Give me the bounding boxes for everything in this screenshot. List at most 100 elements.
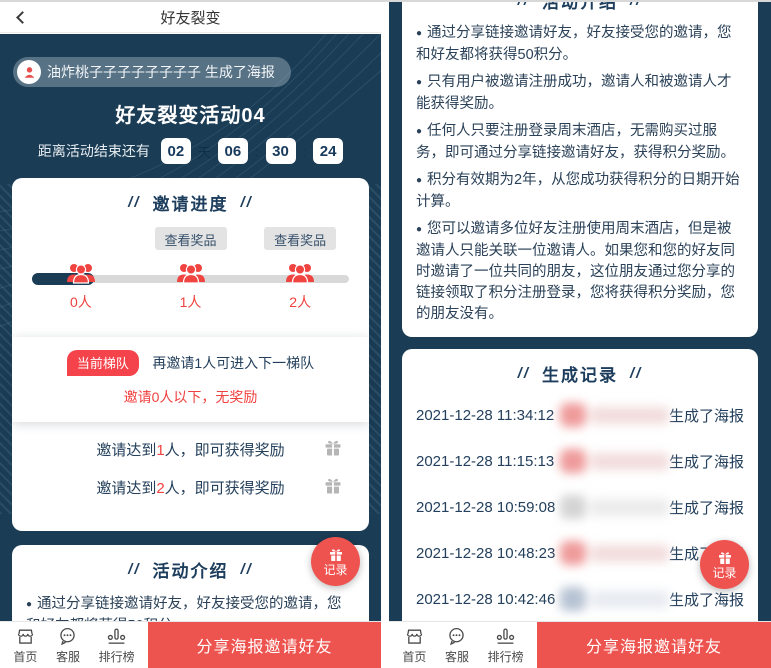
- milestone-1: 查看奖品 1人: [136, 227, 246, 312]
- title-slash-right: //: [241, 194, 253, 211]
- nav-label: 客服: [56, 648, 80, 665]
- view-prize-button[interactable]: 查看奖品: [155, 227, 227, 250]
- reward-list: 邀请达到1人，即可获得奖励 邀请达到2人，即可获得奖励: [26, 422, 355, 519]
- tier-warning: 邀请0人以下，无奖励: [22, 387, 359, 407]
- bullet-text: 通过分享链接邀请好友，好友接受您的邀请，您和好友都将获得50积分。: [416, 25, 732, 63]
- countdown-days: 02: [161, 138, 191, 164]
- activity-intro-title: 活动介绍: [153, 557, 229, 582]
- intro-bullet: ●通过分享链接邀请好友，好友接受您的邀请，您和好友都将获得50积分。: [416, 23, 744, 66]
- milestone-label: 2人: [289, 292, 311, 312]
- share-poster-button[interactable]: 分享海报邀请好友: [148, 622, 381, 668]
- bullet-text: 积分有效期为2年，从您成功获得积分的日期开始计算。: [416, 172, 740, 210]
- storefront-icon: [15, 626, 36, 647]
- leaderboard-icon: [106, 626, 127, 647]
- nav-item-leaderboard[interactable]: 排行榜: [488, 626, 524, 665]
- group-people-icon: [65, 259, 97, 285]
- reward-row: 邀请达到2人，即可获得奖励: [28, 477, 353, 498]
- intro-bullet: ●您可以邀请多位好友注册使用周末酒店，但是被邀请人只能关联一位邀请人。如果您和您…: [416, 219, 744, 325]
- countdown-sep-1: :: [255, 144, 259, 159]
- intro-bullet: ●任何人只要注册登录周末酒店，无需购买过服务，即可通过分享链接邀请好友，获得积分…: [416, 121, 744, 164]
- title-slash-right: //: [241, 561, 253, 578]
- reward-suffix: 人，即可获得奖励: [165, 480, 285, 497]
- intro-bullets: ●通过分享链接邀请好友，好友接受您的邀请，您和好友都将获得50积分。 ●只有用户…: [416, 23, 744, 325]
- countdown-minutes: 30: [266, 138, 296, 164]
- nav-item-leaderboard[interactable]: 排行榜: [99, 626, 135, 665]
- broadcast-pill: 油炸桃子子子子子子子子 生成了海报: [13, 57, 291, 87]
- storefront-icon: [404, 626, 425, 647]
- record-row: 2021-12-28 11:15:13 生成了海报: [416, 438, 744, 484]
- bullet-dot: ●: [416, 77, 422, 88]
- record-action: 生成了海报: [669, 497, 744, 518]
- nav-items: 首页 客服 排行榜: [0, 622, 148, 668]
- reward-prefix: 邀请达到: [96, 442, 156, 459]
- card-header: // 邀请进度 //: [26, 190, 355, 215]
- activity-title: 好友裂变活动04: [0, 99, 381, 128]
- nav-items: 首页 客服 排行榜: [389, 622, 537, 668]
- intro-bullet: ●只有用户被邀请注册成功，邀请人和被邀请人才能获得奖励。: [416, 72, 744, 115]
- bullet-dot: ●: [416, 224, 422, 235]
- nav-label: 首页: [402, 648, 426, 665]
- nav-label: 首页: [13, 648, 37, 665]
- broadcast-text: 油炸桃子子子子子子子子 生成了海报: [47, 62, 275, 82]
- nav-label: 排行榜: [488, 648, 524, 665]
- milestone-0: 0人: [26, 227, 136, 312]
- record-time: 2021-12-28 10:59:08: [416, 499, 560, 516]
- blurred-username: [560, 403, 669, 427]
- countdown-sep-2: :: [303, 144, 307, 159]
- record-action: 生成了海报: [669, 405, 744, 426]
- blurred-username: [560, 449, 669, 473]
- reward-suffix: 人，即可获得奖励: [165, 442, 285, 459]
- blurred-username: [560, 587, 669, 611]
- gift-icon: [323, 476, 343, 496]
- countdown-seconds: 24: [313, 138, 343, 164]
- bullet-dot: ●: [416, 175, 422, 186]
- record-float-button[interactable]: 记录: [700, 540, 749, 589]
- record-time: 2021-12-28 10:48:23: [416, 545, 560, 562]
- tier-line: 当前梯队 再邀请1人可进入下一梯队: [22, 350, 359, 376]
- chat-bubble-icon: [57, 626, 78, 647]
- view-prize-button[interactable]: 查看奖品: [264, 227, 336, 250]
- screenshot-stage: 好友裂变: [0, 0, 771, 668]
- nav-item-support[interactable]: 客服: [56, 626, 80, 665]
- person-icon: [22, 65, 37, 80]
- record-action: 生成了海报: [669, 451, 744, 472]
- broadcast-avatar: [17, 60, 41, 84]
- bullet-dot: ●: [416, 28, 422, 39]
- back-icon[interactable]: [16, 11, 29, 24]
- countdown: 距离活动结束还有 02 天 06 : 30 : 24: [0, 138, 381, 164]
- record-row: 2021-12-28 10:59:08 生成了海报: [416, 484, 744, 530]
- countdown-sep-days: 天: [198, 142, 211, 161]
- gift-icon: [717, 550, 733, 566]
- card-header: // 生成记录 //: [416, 361, 744, 386]
- title-slash-left: //: [518, 365, 530, 382]
- nav-item-home[interactable]: 首页: [402, 626, 426, 665]
- milestone-2: 查看奖品 2人: [245, 227, 355, 312]
- record-row: 2021-12-28 11:34:12 生成了海报: [416, 392, 744, 438]
- progress-bar: 0人 查看奖品: [26, 227, 355, 325]
- tier-hint: 再邀请1人可进入下一梯队: [152, 355, 314, 371]
- title-slash-left: //: [128, 561, 140, 578]
- nav-item-home[interactable]: 首页: [13, 626, 37, 665]
- bullet-text: 任何人只要注册登录周末酒店，无需购买过服务，即可通过分享链接邀请好友，获得积分奖…: [416, 123, 735, 161]
- record-float-button[interactable]: 记录: [311, 537, 360, 586]
- nav-item-support[interactable]: 客服: [445, 626, 469, 665]
- share-poster-button[interactable]: 分享海报邀请好友: [537, 622, 771, 668]
- invite-progress-title: 邀请进度: [153, 190, 229, 215]
- leaderboard-icon: [495, 626, 516, 647]
- record-time: 2021-12-28 11:34:12: [416, 407, 560, 424]
- reward-prefix: 邀请达到: [96, 480, 156, 497]
- blurred-username: [560, 541, 669, 565]
- record-row: 2021-12-28 10:42:46 生成了海报: [416, 576, 744, 622]
- bullet-dot: ●: [26, 599, 32, 610]
- record-action: 生成了海报: [669, 589, 744, 610]
- record-row: 2021-12-28 10:48:23 生成了海报: [416, 530, 744, 576]
- gift-icon: [323, 438, 343, 458]
- hatch-right: [368, 184, 381, 514]
- chat-bubble-icon: [446, 626, 467, 647]
- bullet-text: 只有用户被邀请注册成功，邀请人和被邀请人才能获得奖励。: [416, 74, 732, 112]
- app-header: 好友裂变: [0, 2, 381, 33]
- group-people-icon: [175, 259, 207, 285]
- title-slash-left: //: [128, 194, 140, 211]
- bullet-dot: ●: [416, 126, 422, 137]
- record-float-label: 记录: [712, 567, 736, 580]
